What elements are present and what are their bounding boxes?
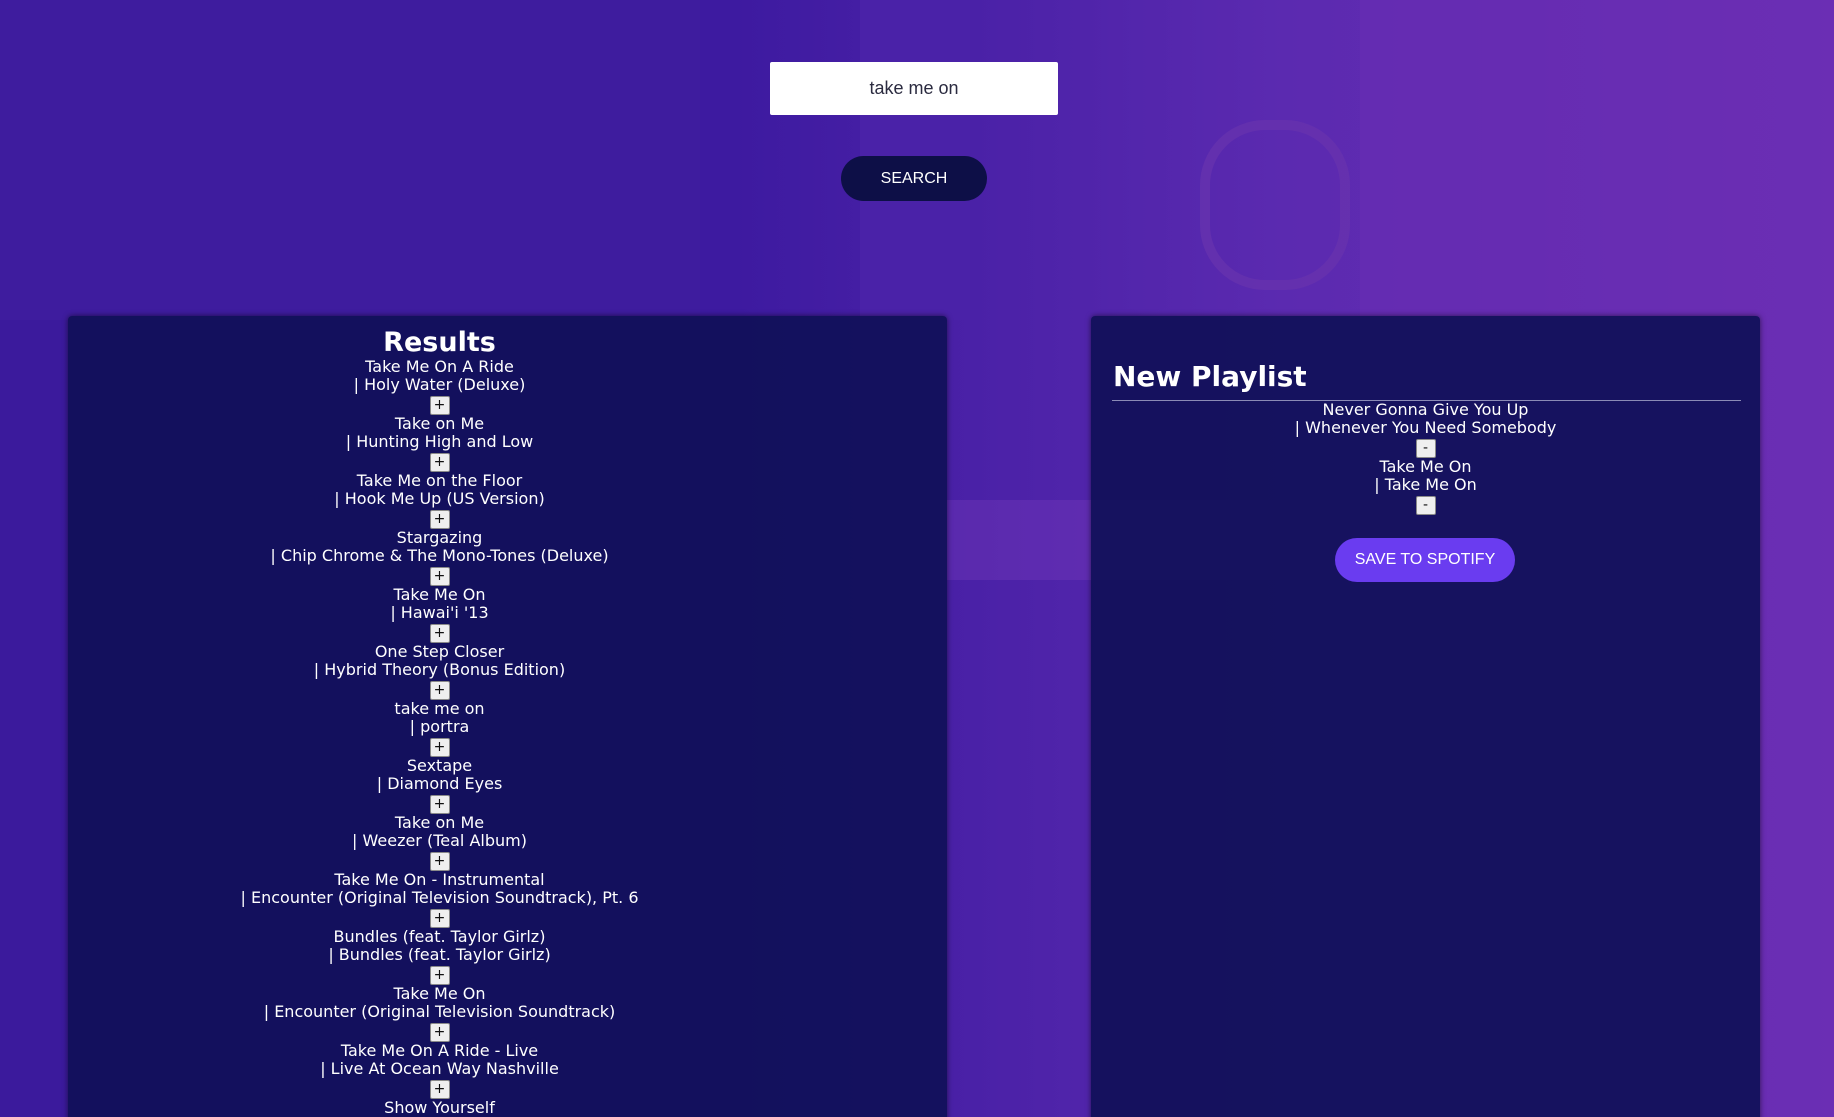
results-list: Take Me On A Ride | Holy Water (Deluxe) + T… bbox=[0, 358, 879, 1117]
remove-track-button[interactable]: - bbox=[1415, 439, 1436, 458]
track-album: | portra bbox=[409, 717, 470, 736]
result-track: One Step Closer | Hybrid Theory (Bonus Ed… bbox=[0, 643, 879, 700]
result-track: Stargazing | Chip Chrome & The Mono-Tones… bbox=[0, 529, 879, 586]
track-name: Take Me On A Ride bbox=[365, 357, 514, 376]
playlist-track: Take Me On | Take Me On - bbox=[1091, 458, 1760, 515]
add-track-button[interactable]: + bbox=[429, 1023, 450, 1042]
result-track: Take on Me | Hunting High and Low + bbox=[0, 415, 879, 472]
track-album: | Whenever You Need Somebody bbox=[1294, 418, 1557, 437]
add-track-button[interactable]: + bbox=[429, 681, 450, 700]
add-track-button[interactable]: + bbox=[429, 396, 450, 415]
track-album: | Take Me On bbox=[1374, 475, 1477, 494]
result-track: Take Me On | Encounter (Original Televisi… bbox=[0, 985, 879, 1042]
result-track: take me on | portra + bbox=[0, 700, 879, 757]
playlist-list: Never Gonna Give You Up | Whenever You Ne… bbox=[1091, 401, 1760, 515]
track-album: | Live At Ocean Way Nashville bbox=[320, 1059, 559, 1078]
add-track-button[interactable]: + bbox=[429, 510, 450, 529]
track-album: | Hook Me Up (US Version) bbox=[334, 489, 545, 508]
result-track: Take Me on the Floor | Hook Me Up (US Ver… bbox=[0, 472, 879, 529]
search-button[interactable]: SEARCH bbox=[841, 156, 987, 201]
track-name: Stargazing bbox=[396, 528, 483, 547]
track-name: Take Me on the Floor bbox=[356, 471, 523, 490]
track-name: Never Gonna Give You Up bbox=[1322, 400, 1529, 419]
track-name: Show Yourself bbox=[384, 1098, 495, 1117]
add-track-button[interactable]: + bbox=[429, 453, 450, 472]
track-album: | Encounter (Original Television Soundtr… bbox=[240, 888, 639, 907]
results-title: Results bbox=[383, 327, 496, 358]
save-to-spotify-button[interactable]: SAVE TO SPOTIFY bbox=[1335, 538, 1515, 582]
track-name: Take Me On bbox=[1379, 457, 1472, 476]
track-album: | Bundles (feat. Taylor Girlz) bbox=[328, 945, 551, 964]
track-album: | Hunting High and Low bbox=[345, 432, 534, 451]
add-track-button[interactable]: + bbox=[429, 567, 450, 586]
search-input[interactable] bbox=[770, 62, 1058, 115]
result-track: Take Me On - Instrumental | Encounter (Or… bbox=[0, 871, 879, 928]
playlist-title: New Playlist bbox=[1113, 360, 1307, 393]
result-track: Take Me On A Ride - Live | Live At Ocean … bbox=[0, 1042, 879, 1099]
remove-track-button[interactable]: - bbox=[1415, 496, 1436, 515]
result-track: Take Me On A Ride | Holy Water (Deluxe) + bbox=[0, 358, 879, 415]
track-album: | Encounter (Original Television Soundtr… bbox=[263, 1002, 616, 1021]
track-name: One Step Closer bbox=[374, 642, 505, 661]
track-album: | Chip Chrome & The Mono-Tones (Deluxe) bbox=[270, 546, 609, 565]
add-track-button[interactable]: + bbox=[429, 1080, 450, 1099]
add-track-button[interactable]: + bbox=[429, 909, 450, 928]
track-name: Take on Me bbox=[394, 813, 485, 832]
track-name: Take Me On A Ride - Live bbox=[340, 1041, 539, 1060]
track-name: Take Me On bbox=[393, 984, 486, 1003]
track-name: Take Me On - Instrumental bbox=[334, 870, 545, 889]
playlist-track: Never Gonna Give You Up | Whenever You Ne… bbox=[1091, 401, 1760, 458]
add-track-button[interactable]: + bbox=[429, 966, 450, 985]
track-album: | Holy Water (Deluxe) bbox=[353, 375, 526, 394]
track-album: | Diamond Eyes bbox=[376, 774, 503, 793]
track-name: Take Me On bbox=[393, 585, 486, 604]
result-track: Take on Me | Weezer (Teal Album) + bbox=[0, 814, 879, 871]
track-album: | Hawai'i '13 bbox=[390, 603, 489, 622]
add-track-button[interactable]: + bbox=[429, 624, 450, 643]
result-track: Bundles (feat. Taylor Girlz) | Bundles (f… bbox=[0, 928, 879, 985]
add-track-button[interactable]: + bbox=[429, 852, 450, 871]
result-track: Take Me On | Hawai'i '13 + bbox=[0, 586, 879, 643]
track-name: Bundles (feat. Taylor Girlz) bbox=[333, 927, 546, 946]
track-album: | Weezer (Teal Album) bbox=[352, 831, 527, 850]
track-album: | Hybrid Theory (Bonus Edition) bbox=[313, 660, 566, 679]
track-name: take me on bbox=[394, 699, 485, 718]
add-track-button[interactable]: + bbox=[429, 795, 450, 814]
track-name: Sextape bbox=[406, 756, 473, 775]
add-track-button[interactable]: + bbox=[429, 738, 450, 757]
result-track: Sextape | Diamond Eyes + bbox=[0, 757, 879, 814]
track-name: Take on Me bbox=[394, 414, 485, 433]
result-track: Show Yourself+ bbox=[0, 1099, 879, 1117]
